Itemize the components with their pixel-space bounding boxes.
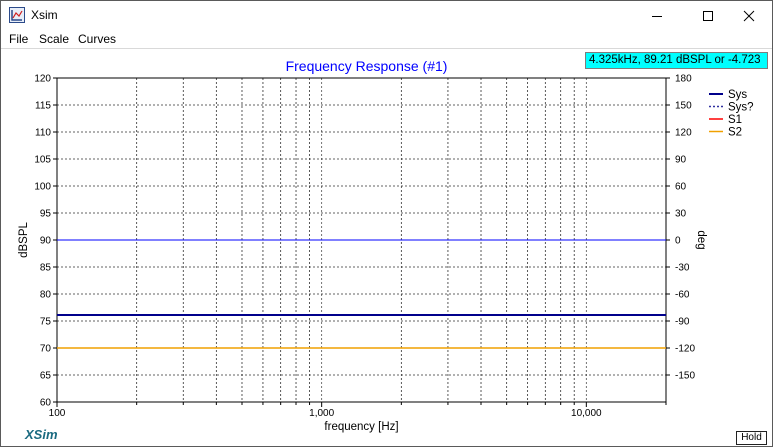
x-tick-label: 10,000: [571, 408, 602, 419]
y-tick-label: 70: [40, 344, 52, 355]
y2-tick-label: -60: [675, 290, 690, 301]
close-button[interactable]: [726, 1, 772, 30]
x-tick-label: 1,000: [309, 408, 334, 419]
legend-label-sys: Sys?: [728, 102, 754, 114]
legend-label-s2: S2: [728, 127, 742, 139]
maximize-icon: [703, 10, 713, 21]
y2-tick-label: 150: [675, 101, 692, 112]
y-tick-label: 85: [40, 263, 52, 274]
plot-area: 4.325kHz, 89.21 dBSPL or -4.723 60 65 70 75…: [1, 48, 772, 446]
y-tick-label: 120: [34, 74, 51, 85]
y2-tick-label: 60: [675, 182, 687, 193]
legend-label-s1: S1: [728, 114, 742, 126]
chart-title: Frequency Response (#1): [286, 58, 448, 74]
y-tick-label: 100: [34, 182, 51, 193]
xsim-app-icon: [9, 7, 25, 23]
close-icon: [743, 10, 755, 21]
menu-curves[interactable]: Curves: [78, 32, 116, 46]
y2-tick-label: 120: [675, 128, 692, 139]
minimize-icon: [652, 15, 662, 17]
y2-tick-label: 0: [675, 236, 681, 247]
y-tick-label: 80: [40, 290, 52, 301]
y2-tick-label: 90: [675, 155, 687, 166]
y-tick-label: 60: [40, 398, 52, 409]
y-axis-label: dBSPL: [18, 221, 30, 257]
y2-tick-label: -90: [675, 317, 690, 328]
y-tick-label: 75: [40, 317, 52, 328]
minimize-button[interactable]: [634, 1, 680, 30]
xsim-window: Xsim File Scale Curves 4.325kHz, 89.21 d…: [0, 0, 773, 447]
y-tick-label: 95: [40, 209, 52, 220]
hold-button[interactable]: Hold: [736, 431, 767, 445]
y-tick-label: 105: [34, 155, 51, 166]
y-tick-label: 115: [35, 101, 51, 112]
y-tick-label: 110: [35, 128, 51, 139]
menu-bar: File Scale Curves: [1, 30, 772, 48]
title-bar[interactable]: Xsim: [1, 1, 772, 30]
y2-tick-label: -150: [675, 371, 695, 382]
x-tick-label: 100: [49, 408, 66, 419]
y2-axis-label: deg: [695, 230, 707, 249]
xsim-logo: XSim: [25, 427, 58, 442]
maximize-button[interactable]: [685, 1, 731, 30]
y2-tick-label: -120: [675, 344, 695, 355]
window-title: Xsim: [31, 8, 58, 22]
y2-tick-label: 30: [675, 209, 687, 220]
y-tick-label: 90: [40, 236, 52, 247]
y2-tick-label: -30: [675, 263, 690, 274]
legend-label-sys: Sys: [728, 89, 747, 101]
y2-tick-label: 180: [675, 74, 692, 85]
menu-scale[interactable]: Scale: [39, 32, 69, 46]
y-tick-label: 65: [40, 371, 52, 382]
x-axis-label: frequency [Hz]: [324, 421, 398, 433]
frequency-response-chart[interactable]: 60 65 70 75 80 85 90 95 100 105 110 115 120 -150 -120 -…: [1, 49, 772, 447]
menu-file[interactable]: File: [9, 32, 28, 46]
